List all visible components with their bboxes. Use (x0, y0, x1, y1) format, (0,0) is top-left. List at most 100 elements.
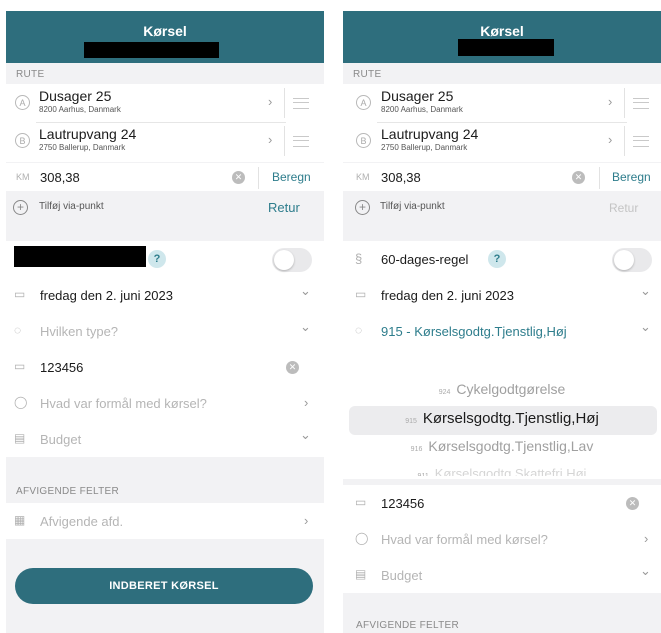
add-via-point[interactable]: Tilføj via-punkt (39, 201, 104, 212)
date-row[interactable]: ▭ fredag den 2. juni 2023 ⌄ (6, 277, 324, 313)
redaction-bar (458, 39, 554, 56)
clear-icon[interactable]: ✕ (232, 171, 245, 184)
clear-icon[interactable]: ✕ (626, 497, 639, 510)
divider (284, 126, 285, 156)
route-stops: A Dusager 25 8200 Aarhus, Danmark › B La… (6, 84, 324, 162)
drag-handle-icon[interactable] (293, 136, 309, 147)
submit-button[interactable]: INDBERET KØRSEL (15, 568, 313, 604)
building-icon: ▦ (14, 513, 26, 527)
chevron-right-icon: › (304, 395, 309, 410)
chevron-down-icon: ⌄ (300, 319, 311, 334)
rule-toggle[interactable] (612, 248, 652, 272)
afv-section-label: AFVIGENDE FELTER (16, 486, 119, 497)
calendar-icon: ▭ (14, 287, 26, 301)
header-bar: Kørsel (6, 11, 324, 63)
purpose-row[interactable]: ◯ Hvad var formål med kørsel? › (6, 385, 324, 421)
clear-icon[interactable]: ✕ (286, 361, 299, 374)
drag-handle-icon[interactable] (293, 98, 309, 109)
km-input[interactable]: 308,38 (381, 170, 421, 185)
speech-bubble-icon: ◯ (14, 395, 28, 409)
header-bar: Kørsel (343, 11, 661, 63)
km-input[interactable]: 308,38 (40, 170, 80, 185)
type-picker[interactable]: 924 Cykelgodtgørelse 915 Kørselsgodtg.Tjen… (343, 349, 661, 479)
picker-option[interactable]: 916 Kørselsgodtg.Tjenstlig,Lav (343, 438, 661, 454)
route-stop-a[interactable]: A Dusager 25 8200 Aarhus, Danmark › (343, 84, 661, 122)
via-row: + Tilføj via-punkt Retur (6, 193, 324, 221)
rule-toggle[interactable] (272, 248, 312, 272)
help-icon[interactable]: ? (488, 250, 506, 268)
plus-icon[interactable]: + (13, 200, 28, 215)
plus-icon[interactable]: + (355, 200, 370, 215)
km-row: KM 308,38 ✕ Beregn (343, 163, 661, 191)
stop-a-badge: A (15, 95, 30, 110)
divider (258, 167, 259, 189)
afv-section-label: AFVIGENDE FELTER (356, 620, 459, 631)
type-value: 915 - Kørselsgodtg.Tjenstlig,Høj (381, 324, 567, 339)
budget-icon: ▤ (355, 567, 367, 581)
paragraph-icon: § (355, 251, 363, 266)
budget-row[interactable]: ▤ Budget ⌄ (343, 557, 661, 593)
stop-b-name: Lautrupvang 24 (381, 126, 479, 142)
reg-input[interactable]: 123456 (40, 360, 83, 375)
chevron-right-icon: › (644, 531, 649, 546)
option-label: Kørselsgodtg.Tjenstlig,Lav (428, 438, 594, 454)
option-label: Kørselsgodtg.Tjenstlig,Høj (422, 410, 599, 427)
drag-handle-icon[interactable] (633, 136, 649, 147)
stop-a-name: Dusager 25 (39, 88, 112, 104)
date-value: fredag den 2. juni 2023 (381, 288, 514, 303)
retur-button[interactable]: Retur (268, 200, 300, 215)
calendar-icon: ▭ (355, 287, 367, 301)
purpose-placeholder: Hvad var formål med kørsel? (381, 532, 548, 547)
route-section-label: RUTE (16, 69, 45, 80)
km-label: KM (356, 172, 370, 182)
tag-icon: ◌ (355, 323, 363, 337)
retur-button[interactable]: Retur (609, 201, 638, 215)
divider (624, 126, 625, 156)
route-section-label: RUTE (353, 69, 382, 80)
divider (284, 88, 285, 118)
page-title: Kørsel (480, 23, 524, 39)
reg-row: ▭ 123456 ✕ (6, 349, 324, 385)
date-row[interactable]: ▭ fredag den 2. juni 2023 ⌄ (343, 277, 661, 313)
speech-bubble-icon: ◯ (355, 531, 369, 545)
right-phone-screen: Kørsel RUTE A Dusager 25 8200 Aarhus, Da… (343, 11, 661, 633)
via-row: + Tilføj via-punkt Retur (343, 193, 661, 221)
divider (599, 167, 600, 189)
route-stop-b[interactable]: B Lautrupvang 24 2750 Ballerup, Danmark … (6, 122, 324, 160)
budget-row[interactable]: ▤ Budget ⌄ (6, 421, 324, 457)
option-label: Kørselsgodtg.Skattefri,Høj (434, 467, 587, 476)
stop-b-address: 2750 Ballerup, Danmark (39, 143, 126, 152)
type-row[interactable]: ◌ 915 - Kørselsgodtg.Tjenstlig,Høj ⌄ (343, 313, 661, 349)
stop-a-name: Dusager 25 (381, 88, 454, 104)
option-code: 916 (410, 446, 423, 453)
picker-option-selected[interactable]: 915 Kørselsgodtg.Tjenstlig,Høj (343, 410, 661, 427)
stop-b-name: Lautrupvang 24 (39, 126, 137, 142)
km-row: KM 308,38 ✕ Beregn (6, 163, 324, 191)
route-stop-b[interactable]: B Lautrupvang 24 2750 Ballerup, Danmark … (343, 122, 661, 160)
budget-placeholder: Budget (381, 568, 423, 583)
stop-b-address: 2750 Ballerup, Danmark (381, 143, 468, 152)
reg-input[interactable]: 123456 (381, 496, 424, 511)
afv-placeholder: Afvigende afd. (40, 514, 124, 529)
beregn-button[interactable]: Beregn (272, 170, 311, 184)
type-row[interactable]: ◌ Hvilken type? ⌄ (6, 313, 324, 349)
rule-label: 60-dages-regel (381, 252, 469, 267)
picker-option[interactable]: 924 Cykelgodtgørelse (343, 381, 661, 397)
redaction-bar (14, 246, 146, 267)
purpose-row[interactable]: ◯ Hvad var formål med kørsel? › (343, 521, 661, 557)
page-title: Kørsel (143, 23, 187, 39)
help-icon[interactable]: ? (148, 250, 166, 268)
chevron-down-icon: ⌄ (640, 319, 651, 334)
chevron-down-icon: ⌄ (640, 283, 651, 298)
picker-option[interactable]: 911 Kørselsgodtg.Skattefri,Høj (343, 467, 661, 476)
option-label: Cykelgodtgørelse (456, 381, 566, 397)
clear-icon[interactable]: ✕ (572, 171, 585, 184)
beregn-button[interactable]: Beregn (612, 170, 651, 184)
km-label: KM (16, 172, 30, 182)
type-placeholder: Hvilken type? (40, 324, 119, 339)
add-via-point[interactable]: Tilføj via-punkt (380, 201, 445, 212)
tag-icon: ◌ (14, 323, 22, 337)
route-stop-a[interactable]: A Dusager 25 8200 Aarhus, Danmark › (6, 84, 324, 122)
afv-row[interactable]: ▦ Afvigende afd. › (6, 503, 324, 539)
drag-handle-icon[interactable] (633, 98, 649, 109)
